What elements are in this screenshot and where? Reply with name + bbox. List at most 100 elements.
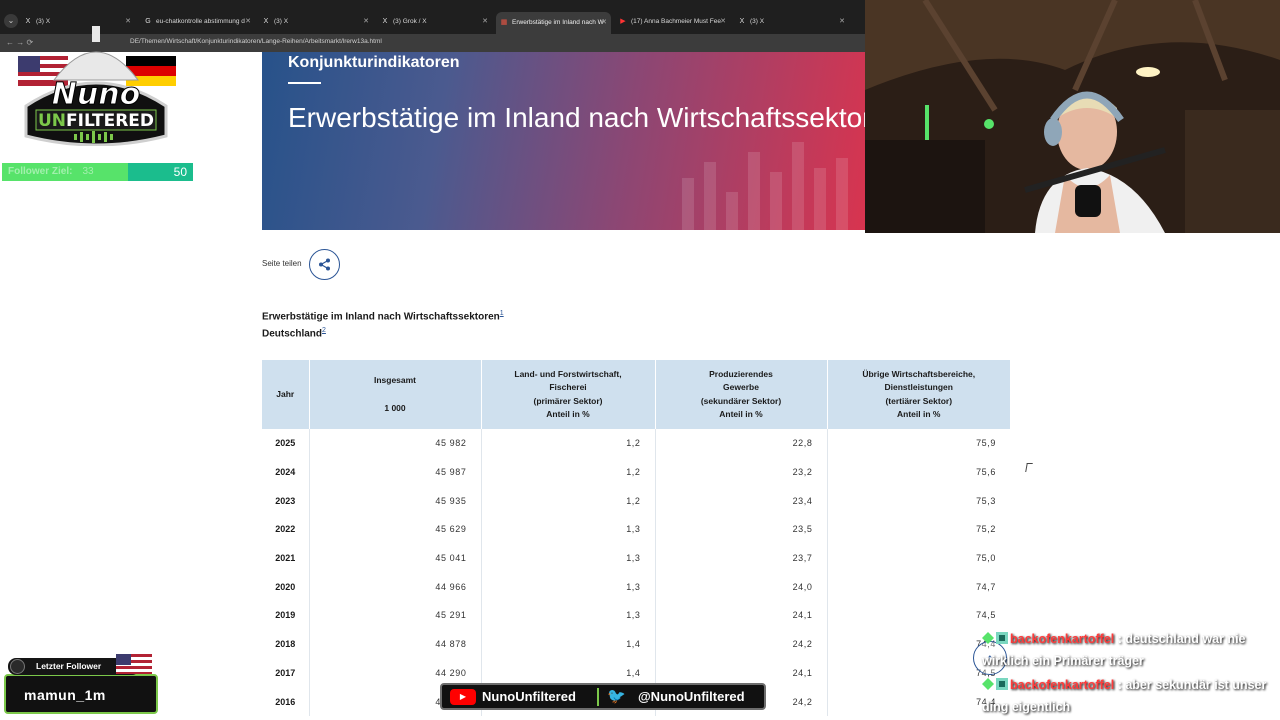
mouse-cursor-icon [1025,463,1033,472]
us-flag-icon [116,654,152,674]
cell-primary: 1,3 [480,515,655,544]
footnote-link[interactable]: 1 [500,310,504,317]
data-table: Jahr Insgesamt 1 000 Land- und Forstwirt… [262,360,1010,716]
badge-icon [982,678,994,690]
close-icon[interactable]: ✕ [245,14,251,30]
last-follower-name: mamun_1m [24,687,106,703]
hero-decor-bar [748,152,760,230]
webcam-feed [865,0,1280,233]
cell-secondary: 24,2 [654,629,827,659]
cell-total: 45 987 [308,457,481,487]
tab-label: (17) Anna Bachmeier Must Fee [631,18,721,25]
cell-year: 2017 [275,667,296,678]
header-line: (primärer Sektor) [533,395,603,406]
header-line: (tertiärer Sektor) [885,395,953,406]
social-separator [597,688,599,706]
destatis-icon: ▦ [500,19,508,26]
header-sekundaer: Produzierendes Gewerbe (sekundärer Sekto… [654,360,827,429]
share-label: Seite teilen [262,259,302,268]
cell-tertiary: 75,0 [826,543,1010,573]
cell-primary: 1,4 [480,629,655,659]
cell-tertiary: 75,9 [826,429,1010,458]
follower-goal-current: 33 [82,166,94,177]
table-title: Erwerbstätige im Inland nach Wirtschafts… [262,307,504,342]
hero-banner: Konjunkturindikatoren Erwerbstätige im I… [262,52,865,230]
header-line: Anteil in % [546,409,590,419]
chat-username: backofenkartoffel [1010,632,1115,646]
x-icon: X [263,18,269,25]
table-header-row: Jahr Insgesamt 1 000 Land- und Forstwirt… [262,360,1010,429]
last-follower-box: mamun_1m [4,674,158,714]
svg-text:UNFILTERED: UNFILTERED [38,111,154,131]
browser-tab[interactable]: ▦ Erwerbstätige im Inland nach W ✕ [496,12,611,34]
cell-secondary: 23,5 [654,515,827,544]
cell-year: 2023 [275,495,296,506]
header-insgesamt: Insgesamt 1 000 [308,360,481,429]
close-icon[interactable]: ✕ [720,14,726,30]
browser-tab[interactable]: X (3) X ✕ [734,14,849,30]
hero-decor-bar [704,162,716,230]
header-primaer: Land- und Forstwirtschaft, Fischerei (pr… [480,360,655,429]
hero-decor-bar [792,142,804,230]
twitter-icon: 🐦 [607,688,626,705]
x-icon: X [739,18,745,25]
cell-year: 2021 [275,553,296,564]
channel-logo: Nuno UNFILTERED [18,26,176,146]
cell-total: 44 966 [308,572,481,602]
table-row: 2020 44 966 1,3 24,0 74,7 [262,572,1010,602]
cell-secondary: 23,7 [654,543,827,573]
cell-primary: 1,2 [480,486,655,516]
cell-secondary: 23,2 [654,457,827,487]
share-icon [319,258,330,271]
cell-primary: 1,2 [480,429,655,458]
follower-goal-bar: Follower Ziel: 33 50 [2,163,193,181]
header-insgesamt-label: Insgesamt [373,375,417,385]
cell-primary: 1,3 [480,543,655,573]
cell-primary: 1,3 [480,601,655,630]
follower-goal-text: Follower Ziel: [8,166,73,177]
hero-decor-bar [682,178,694,230]
user-icon [10,659,25,674]
close-icon[interactable]: ✕ [839,14,845,30]
close-icon[interactable]: ✕ [601,12,607,34]
tab-label: (3) X [750,18,765,25]
cell-total: 45 935 [308,486,481,516]
table-row: 2018 44 878 1,4 24,2 74,4 [262,629,1010,659]
cell-tertiary: 75,6 [826,457,1010,487]
footnote-link[interactable]: 2 [322,327,326,334]
badge-icon [982,632,994,644]
tab-label: (3) X [274,18,289,25]
cell-tertiary: 74,7 [826,572,1010,602]
table-title-text: Erwerbstätige im Inland nach Wirtschafts… [262,311,500,323]
close-icon[interactable]: ✕ [363,14,369,30]
tab-label: Erwerbstätige im Inland nach W [512,19,604,26]
cell-year: 2020 [275,581,296,592]
header-line: Übrige Wirtschaftsbereiche, [862,368,976,379]
cell-secondary: 23,4 [654,486,827,516]
browser-tab[interactable]: X (3) Grok / X ✕ [377,14,492,30]
cell-secondary: 24,0 [654,572,827,602]
header-tertiaer: Übrige Wirtschaftsbereiche, Dienstleistu… [826,360,1010,429]
header-line: Fischerei [549,382,587,392]
table-subtitle: Deutschland [262,328,323,340]
share-button[interactable] [309,249,340,280]
youtube-handle: NunoUnfiltered [482,689,576,704]
table-row: 2021 45 041 1,3 23,7 75,0 [262,543,1010,573]
header-line: Dienstleistungen [884,382,953,392]
hero-decor-bar [726,192,738,230]
table-row: 2024 45 987 1,2 23,2 75,6 [262,457,1010,487]
tab-label: (3) Grok / X [393,18,427,25]
chat-username: backofenkartoffel [1010,678,1115,692]
follower-goal-target: 50 [173,165,187,179]
header-insgesamt-unit: 1 000 [384,402,406,413]
table-row: 2019 45 291 1,3 24,1 74,5 [262,601,1010,630]
cell-tertiary: 74,5 [826,601,1010,630]
cell-primary: 1,3 [480,572,655,602]
youtube-icon: ▶ [450,689,476,705]
cell-total: 45 982 [308,429,481,458]
browser-tab[interactable]: ▶ (17) Anna Bachmeier Must Fee ✕ [615,14,730,30]
browser-tab[interactable]: X (3) X ✕ [258,14,373,30]
x-icon: X [382,18,388,25]
cell-tertiary: 75,2 [826,515,1010,544]
close-icon[interactable]: ✕ [482,14,488,30]
